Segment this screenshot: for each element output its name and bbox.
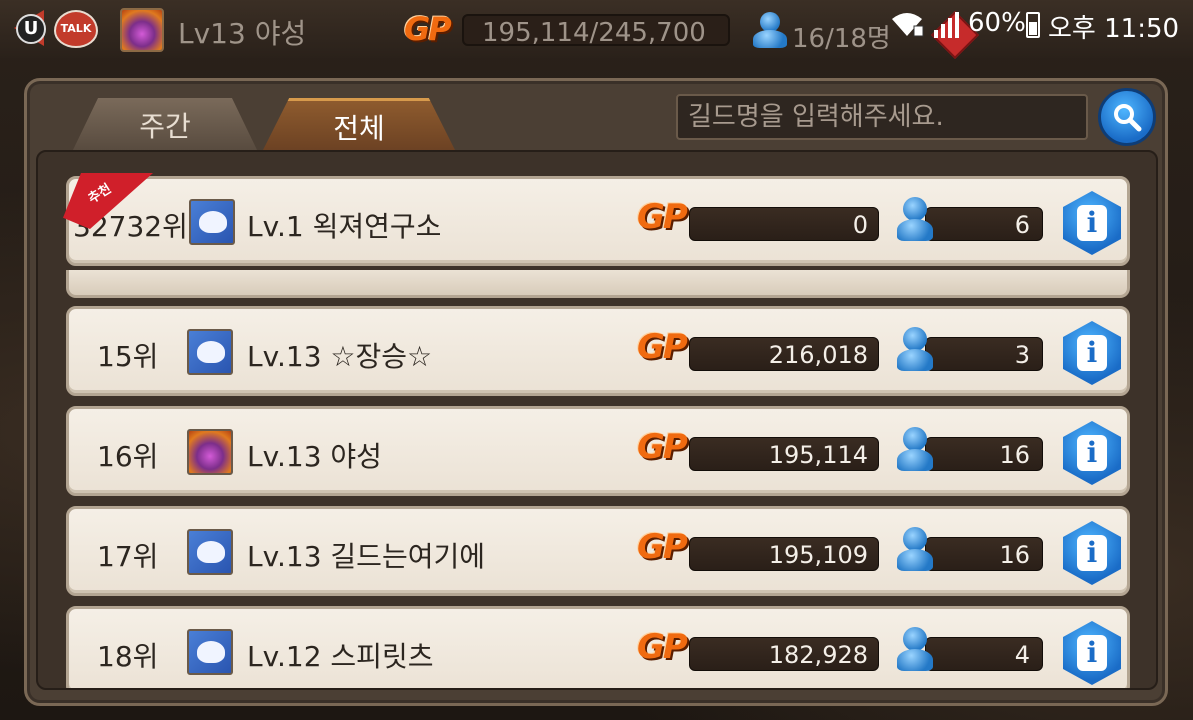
- guild-emblem-icon: [189, 199, 235, 245]
- person-icon: [893, 625, 937, 677]
- table-row[interactable]: 17위 Lv.13 길드는여기에 195,109 GP 16 i: [66, 506, 1130, 596]
- rank: 17위: [97, 540, 159, 573]
- gp-logo-icon: GP: [637, 197, 688, 237]
- members-bar: 16: [925, 537, 1043, 571]
- gp-bar: 216,018: [689, 337, 879, 371]
- battery-percent: 60%: [968, 8, 1026, 38]
- guild-name: Lv.13 야성: [247, 440, 382, 473]
- gp-value: 195,109: [768, 541, 868, 569]
- my-guild-gp: GP 195,114/245,700: [402, 10, 732, 48]
- rank: 16위: [97, 440, 159, 473]
- person-icon: [893, 425, 937, 477]
- info-icon: i: [1077, 535, 1107, 571]
- rank: 18위: [97, 640, 159, 673]
- gp-bar: 195,114: [689, 437, 879, 471]
- members-bar: 6: [925, 207, 1043, 241]
- guild-search-input[interactable]: [676, 94, 1088, 140]
- members-value: 16: [999, 441, 1030, 469]
- search-icon: [1114, 104, 1142, 132]
- app-u-icon: U: [16, 14, 46, 44]
- battery-icon: [1026, 12, 1040, 38]
- back-button[interactable]: U TALK: [6, 6, 98, 48]
- status-bar: 60% 오후 11:50: [890, 6, 1190, 44]
- featured-guild-row[interactable]: 32732위 Lv.1 왹져연구소 0 GP 6 i 추천: [63, 173, 1130, 266]
- gp-logo-icon: GP: [404, 10, 452, 48]
- top-bar: U TALK Lv13 야성 GP 195,114/245,700 16/18명…: [0, 0, 1193, 60]
- info-button[interactable]: i: [1063, 321, 1121, 385]
- info-icon: i: [1077, 635, 1107, 671]
- guild-name: Lv.1 왹져연구소: [247, 210, 442, 243]
- members-bar: 16: [925, 437, 1043, 471]
- my-guild-emblem-icon: [120, 8, 164, 52]
- my-guild-members: 16/18명: [750, 10, 910, 54]
- gp-bar: 0: [689, 207, 879, 241]
- guild-emblem-icon: [187, 629, 233, 675]
- info-button[interactable]: i: [1063, 521, 1121, 585]
- recommend-label: 추천: [85, 181, 115, 207]
- gp-bar: 182,928: [689, 637, 879, 671]
- members-bar: 4: [925, 637, 1043, 671]
- wifi-icon: [892, 13, 924, 37]
- gp-logo-icon: GP: [637, 427, 688, 467]
- info-button[interactable]: i: [1063, 421, 1121, 485]
- info-icon: i: [1077, 435, 1107, 471]
- talk-label: TALK: [60, 22, 92, 35]
- gp-logo-icon: GP: [637, 327, 688, 367]
- my-guild-title: Lv13 야성: [178, 17, 307, 50]
- gp-logo-icon: GP: [637, 527, 688, 567]
- gp-value: 195,114/245,700: [482, 18, 706, 48]
- info-button[interactable]: i: [1063, 191, 1121, 255]
- info-icon: i: [1077, 335, 1107, 371]
- members-value: 4: [1014, 641, 1030, 669]
- info-button[interactable]: i: [1063, 621, 1121, 685]
- info-icon: i: [1077, 205, 1107, 241]
- guild-name: Lv.12 스피릿츠: [247, 640, 434, 673]
- kakao-talk-icon[interactable]: TALK: [54, 10, 98, 48]
- members-value: 3: [1014, 341, 1030, 369]
- members-value: 16/18명: [792, 24, 891, 54]
- tab-all[interactable]: 전체: [262, 98, 456, 152]
- person-icon: [893, 195, 937, 247]
- table-row[interactable]: 15위 Lv.13 ☆장승☆ 216,018 GP 3 i: [66, 306, 1130, 396]
- signal-icon: [934, 12, 959, 38]
- person-icon: [893, 325, 937, 377]
- guild-list[interactable]: 32732위 Lv.1 왹져연구소 0 GP 6 i 추천 15위 Lv.13 …: [36, 150, 1158, 690]
- tab-weekly[interactable]: 주간: [72, 98, 258, 152]
- person-icon: [893, 525, 937, 577]
- gp-value: 182,928: [768, 641, 868, 669]
- search-button[interactable]: [1098, 88, 1156, 146]
- guild-name: Lv.13 ☆장승☆: [247, 340, 433, 373]
- guild-name: Lv.13 길드는여기에: [247, 540, 485, 573]
- rank: 15위: [97, 340, 159, 373]
- members-bar: 3: [925, 337, 1043, 371]
- table-row[interactable]: 18위 Lv.12 스피릿츠 182,928 GP 4 i: [66, 606, 1130, 688]
- guild-emblem-icon: [187, 329, 233, 375]
- gp-value: 195,114: [768, 441, 868, 469]
- list-item-partial: [66, 270, 1130, 298]
- clock: 오후 11:50: [1048, 14, 1180, 44]
- guild-emblem-icon: [187, 529, 233, 575]
- gp-value: 216,018: [768, 341, 868, 369]
- gp-logo-icon: GP: [637, 627, 688, 667]
- members-value: 6: [1014, 211, 1030, 239]
- members-value: 16: [999, 541, 1030, 569]
- gp-value: 0: [852, 211, 868, 239]
- person-icon: [750, 10, 790, 50]
- table-row[interactable]: 16위 Lv.13 야성 195,114 GP 16 i: [66, 406, 1130, 496]
- guild-emblem-icon: [187, 429, 233, 475]
- gp-bar: 195,109: [689, 537, 879, 571]
